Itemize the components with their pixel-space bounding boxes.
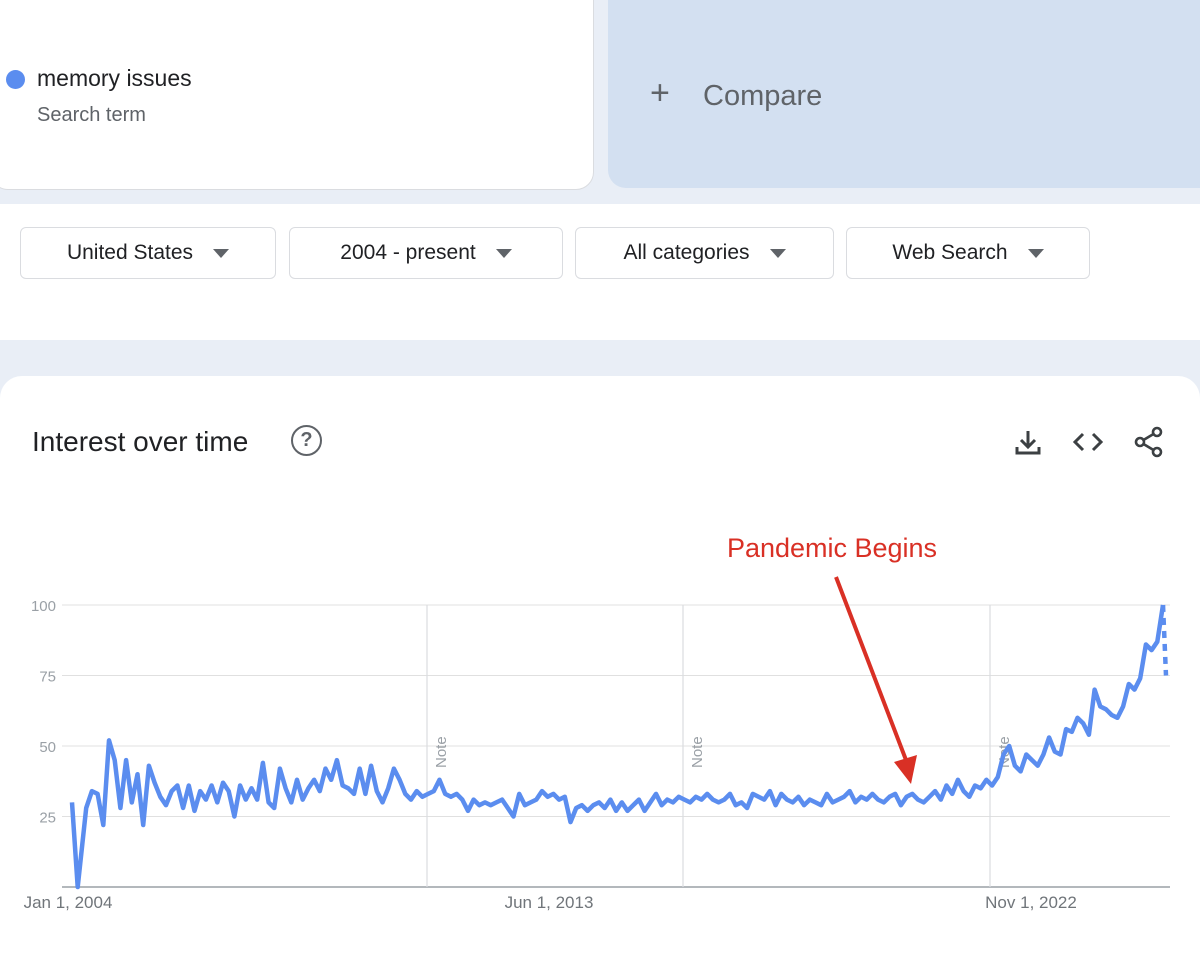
compare-button[interactable]: + Compare — [608, 0, 1200, 188]
search-term-name[interactable]: memory issues — [37, 65, 192, 92]
region-filter-label: United States — [66, 241, 194, 264]
search-type-filter-dropdown[interactable]: Web Search — [846, 227, 1090, 279]
interest-over-time-card: Interest over time ? 25 50 75 100 Note Note N… — [0, 376, 1200, 955]
caret-down-icon — [1027, 248, 1044, 258]
y-tick-label: 100 — [31, 598, 56, 615]
y-tick-label: 25 — [39, 810, 56, 827]
region-filter-dropdown[interactable]: United States — [20, 227, 276, 279]
category-filter-dropdown[interactable]: All categories — [575, 227, 834, 279]
plus-icon: + — [650, 74, 670, 112]
time-range-filter-dropdown[interactable]: 2004 - present — [289, 227, 563, 279]
note-label[interactable]: Note — [433, 736, 450, 768]
caret-down-icon — [769, 248, 786, 258]
time-range-filter-label: 2004 - present — [340, 241, 476, 264]
annotation-label: Pandemic Begins — [727, 533, 937, 563]
caret-down-icon — [495, 248, 512, 258]
x-tick-label: Jan 1, 2004 — [24, 893, 113, 912]
search-type-filter-label: Web Search — [892, 241, 1008, 264]
x-tick-label: Nov 1, 2022 — [985, 893, 1077, 912]
annotation-arrow-shaft — [834, 576, 908, 761]
compare-label: Compare — [703, 80, 823, 112]
caret-down-icon — [213, 248, 230, 258]
filter-bar: United States 2004 - present All categor… — [0, 204, 1200, 340]
interest-over-time-chart: 255075100 Note Note Note Jan 1, 2004 Jun 1,… — [24, 533, 1170, 912]
annotation-arrow-head — [894, 755, 917, 784]
x-axis-labels: Jan 1, 2004 Jun 1, 2013 Nov 1, 2022 — [24, 893, 1077, 912]
y-tick-label: 75 — [39, 669, 56, 686]
search-term-type: Search term — [37, 104, 146, 126]
search-term-card[interactable]: memory issues Search term — [0, 0, 594, 190]
x-tick-label: Jun 1, 2013 — [505, 893, 594, 912]
y-tick-label: 50 — [39, 739, 56, 756]
y-axis-labels: 25 50 75 100 — [31, 598, 56, 827]
series-color-dot — [6, 70, 25, 89]
note-label[interactable]: Note — [689, 736, 706, 768]
category-filter-label: All categories — [623, 241, 750, 264]
